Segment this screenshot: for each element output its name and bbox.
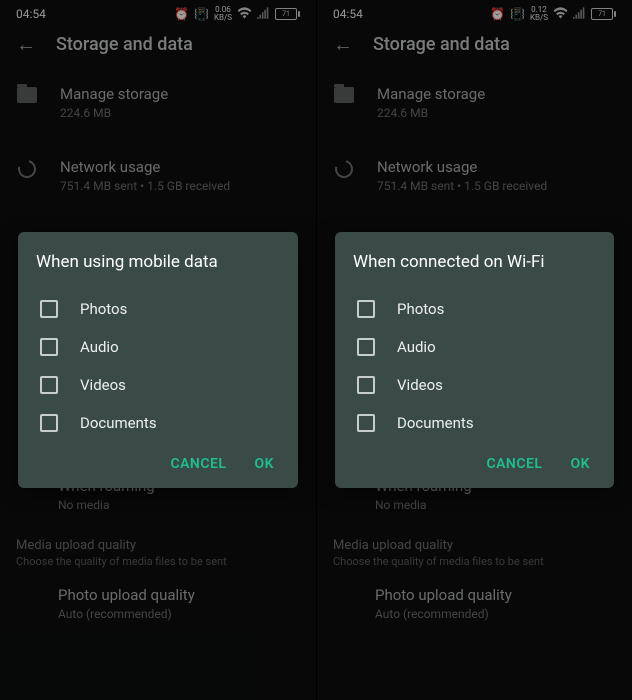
checkbox-icon[interactable] xyxy=(40,414,58,432)
screen-wifi: 04:54 ⏰ 📳 0.12 KB/S 71 ← Storage and dat… xyxy=(316,0,632,700)
dialog-mobile-data: When using mobile data Photos Audio Vide… xyxy=(18,232,298,488)
option-label: Audio xyxy=(80,338,119,356)
dialog-wifi: When connected on Wi-Fi Photos Audio Vid… xyxy=(335,232,614,488)
option-documents[interactable]: Documents xyxy=(36,404,280,442)
checkbox-icon[interactable] xyxy=(357,300,375,318)
checkbox-icon[interactable] xyxy=(40,300,58,318)
checkbox-icon[interactable] xyxy=(40,376,58,394)
option-documents[interactable]: Documents xyxy=(353,404,596,442)
option-label: Photos xyxy=(80,300,127,318)
option-label: Audio xyxy=(397,338,436,356)
cancel-button[interactable]: CANCEL xyxy=(170,456,226,472)
option-label: Documents xyxy=(80,414,157,432)
ok-button[interactable]: OK xyxy=(570,456,590,472)
cancel-button[interactable]: CANCEL xyxy=(486,456,542,472)
option-label: Documents xyxy=(397,414,474,432)
checkbox-icon[interactable] xyxy=(40,338,58,356)
option-photos[interactable]: Photos xyxy=(353,290,596,328)
checkbox-icon[interactable] xyxy=(357,338,375,356)
option-photos[interactable]: Photos xyxy=(36,290,280,328)
option-label: Videos xyxy=(397,376,443,394)
dialog-title: When connected on Wi-Fi xyxy=(353,252,596,272)
screen-mobile-data: 04:54 ⏰ 📳 0.06 KB/S 71 ← Storage and dat… xyxy=(0,0,316,700)
option-label: Photos xyxy=(397,300,444,318)
option-audio[interactable]: Audio xyxy=(36,328,280,366)
ok-button[interactable]: OK xyxy=(254,456,274,472)
option-audio[interactable]: Audio xyxy=(353,328,596,366)
option-videos[interactable]: Videos xyxy=(353,366,596,404)
checkbox-icon[interactable] xyxy=(357,414,375,432)
dialog-title: When using mobile data xyxy=(36,252,280,272)
option-label: Videos xyxy=(80,376,126,394)
option-videos[interactable]: Videos xyxy=(36,366,280,404)
checkbox-icon[interactable] xyxy=(357,376,375,394)
